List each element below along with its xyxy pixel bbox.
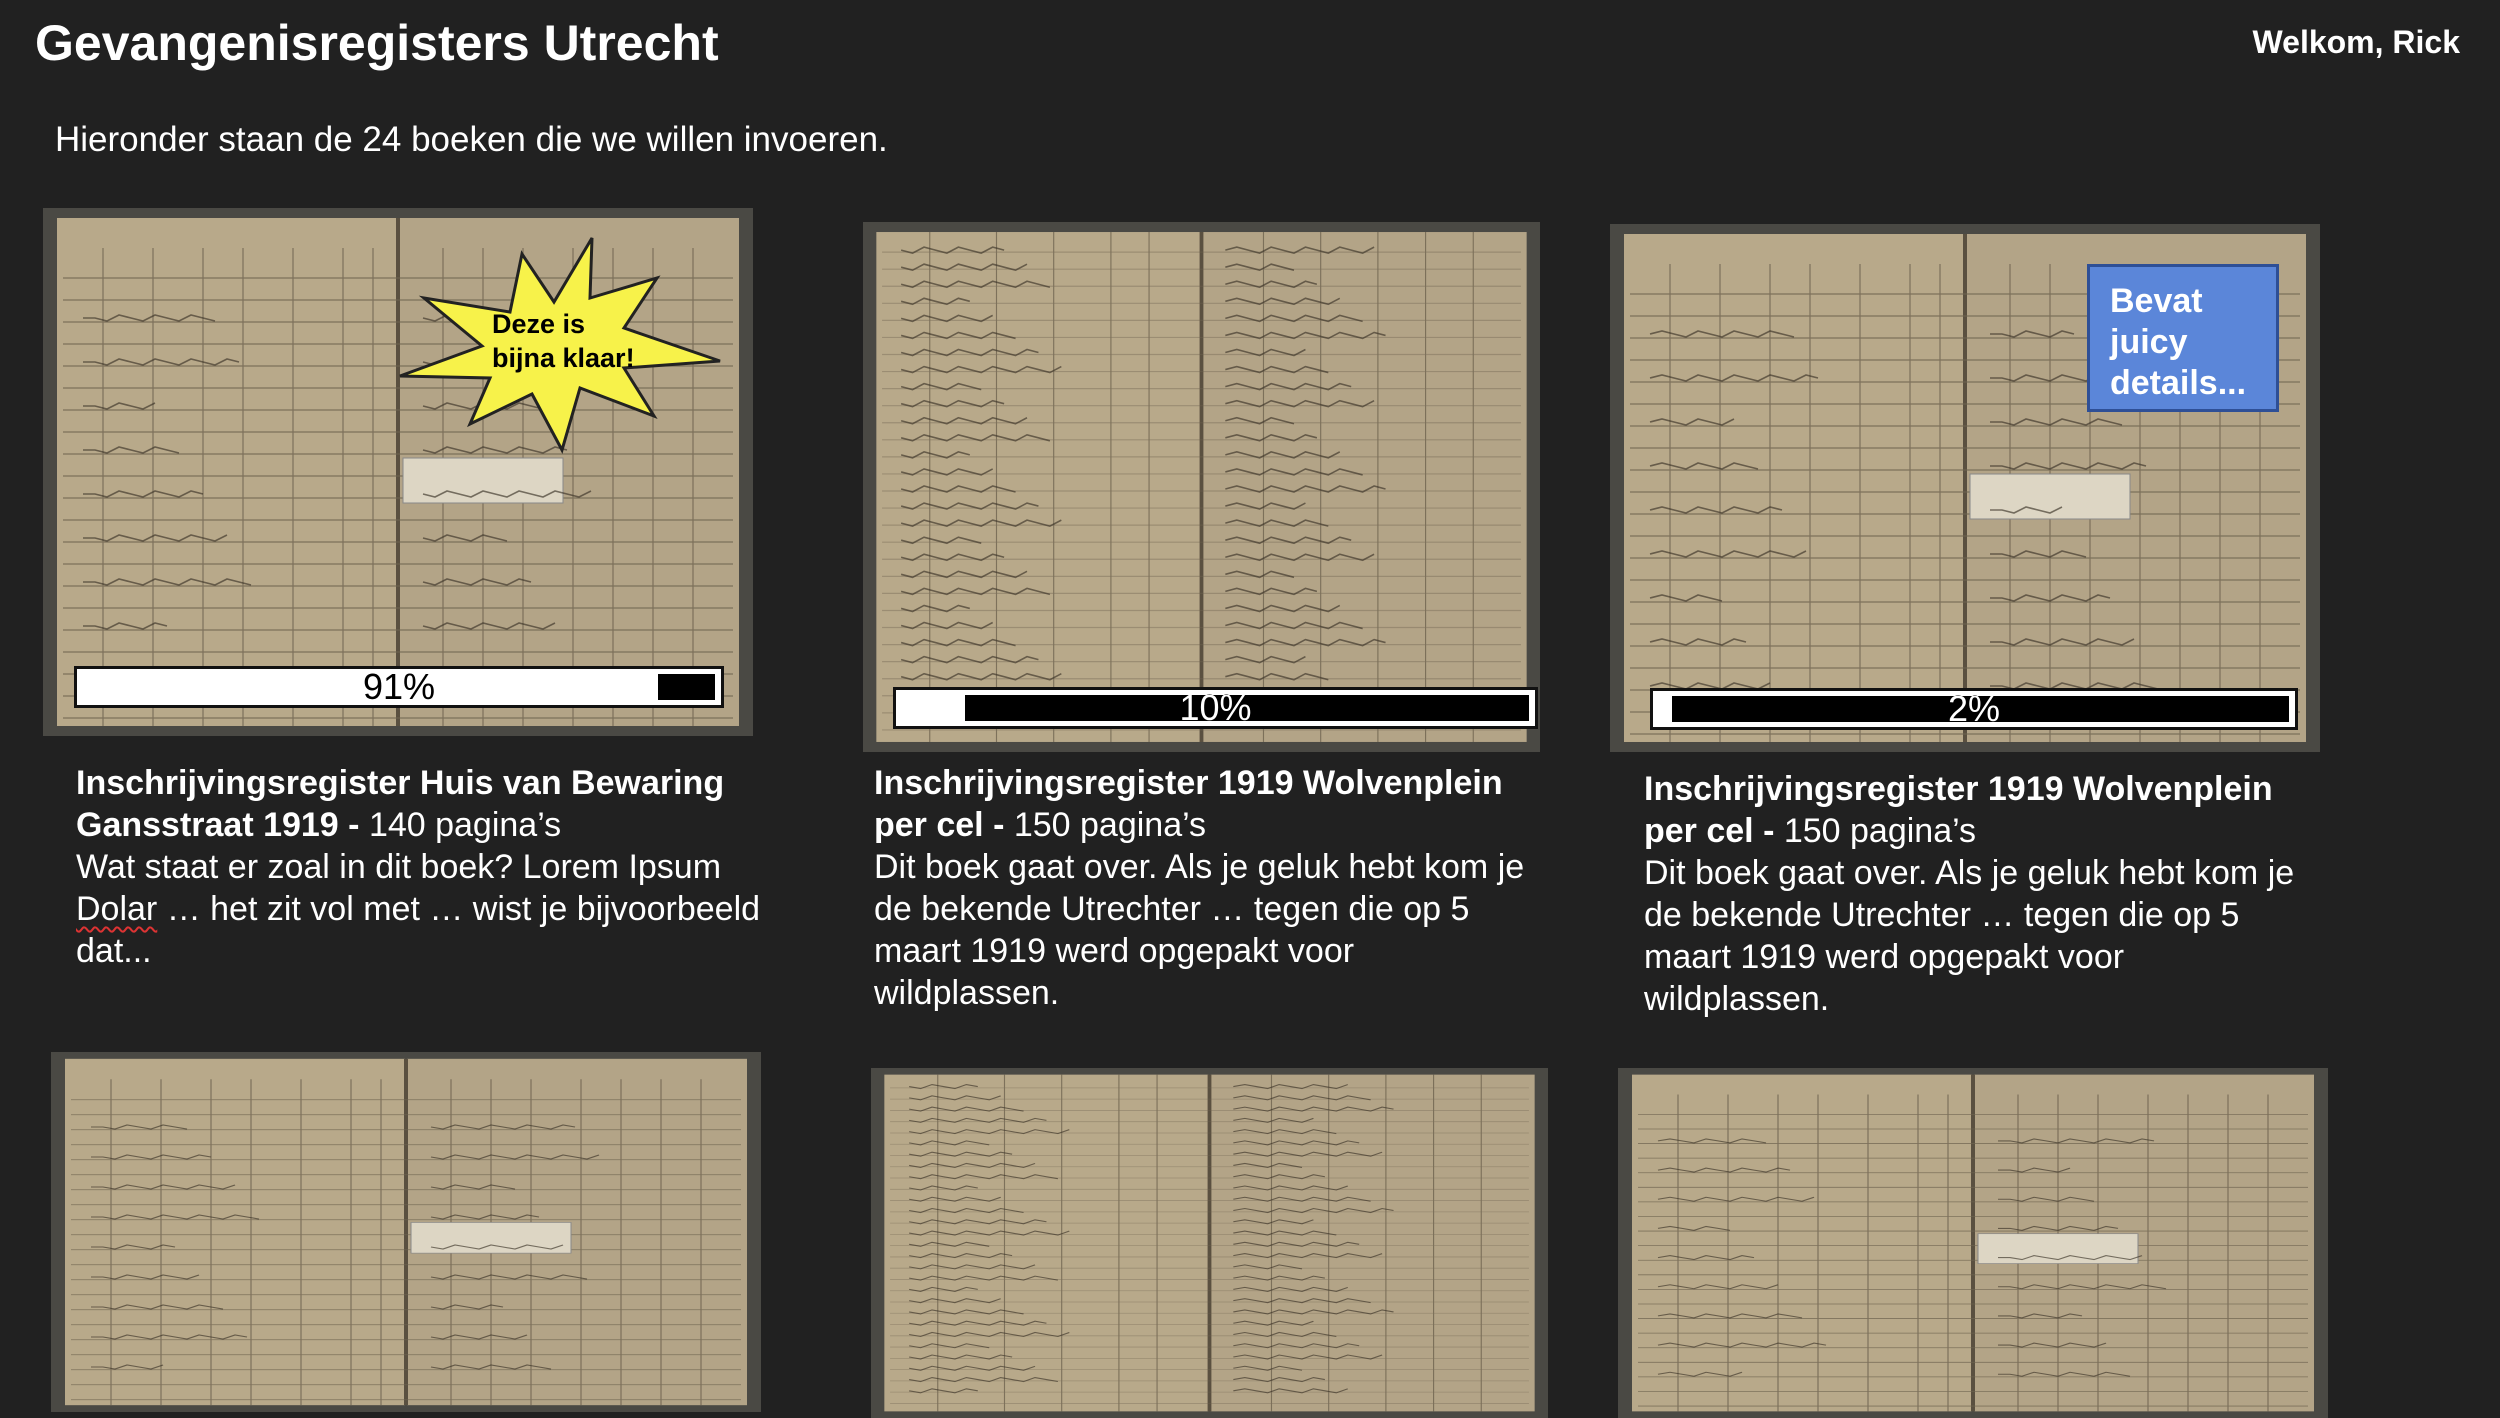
welcome-user[interactable]: Welkom, Rick [2253, 24, 2460, 61]
book-thumbnail-4[interactable] [51, 1052, 761, 1412]
book-thumbnail-5[interactable] [871, 1068, 1548, 1418]
ledger-scan-image [863, 222, 1540, 752]
juicy-details-callout: Bevat juicy details... [2087, 264, 2279, 412]
book-3-description: Inschrijvingsregister 1919 Wolvenplein p… [1644, 768, 2304, 1020]
book-thumbnail-6[interactable] [1618, 1068, 2328, 1418]
app-title: Gevangenisregisters Utrecht [35, 15, 719, 71]
progress-label: 91% [362, 666, 436, 707]
ledger-scan-image [871, 1068, 1548, 1418]
book-1-description: Inschrijvingsregister Huis van Bewaring … [76, 762, 796, 972]
book-2-description: Inschrijvingsregister 1919 Wolvenplein p… [874, 762, 1534, 1014]
ledger-scan-image [1618, 1068, 2328, 1418]
page-count: 150 pagina’s [1013, 806, 1207, 844]
intro-text: Hieronder staan de 24 boeken die we will… [55, 120, 888, 159]
ledger-scan-image [51, 1052, 761, 1412]
book-thumbnail-2[interactable] [863, 222, 1540, 752]
misspelled-word: Dolar [76, 890, 158, 928]
page-count: 150 pagina’s [1783, 812, 1977, 850]
page-count: 140 pagina’s [368, 806, 562, 844]
progress-label: 10% [1179, 687, 1252, 728]
book-3-progress-bar: 2% [1650, 688, 2298, 730]
badge-text: Deze is bijna klaar! [492, 309, 635, 373]
description-text: Dit boek gaat over. Als je geluk hebt ko… [874, 848, 1525, 1012]
progress-label: 2% [1947, 688, 2001, 729]
description-text: Dit boek gaat over. Als je geluk hebt ko… [1644, 854, 2295, 1018]
description-text: Wat staat er zoal in dit boek? Lorem Ips… [76, 848, 722, 886]
book-1-progress-bar: 91% [74, 666, 724, 708]
almost-done-badge: Deze is bijna klaar! [392, 236, 722, 456]
book-2-progress-bar: 10% [893, 687, 1538, 729]
description-text: … het zit vol met … wist je bijvoorbeeld… [76, 890, 761, 970]
